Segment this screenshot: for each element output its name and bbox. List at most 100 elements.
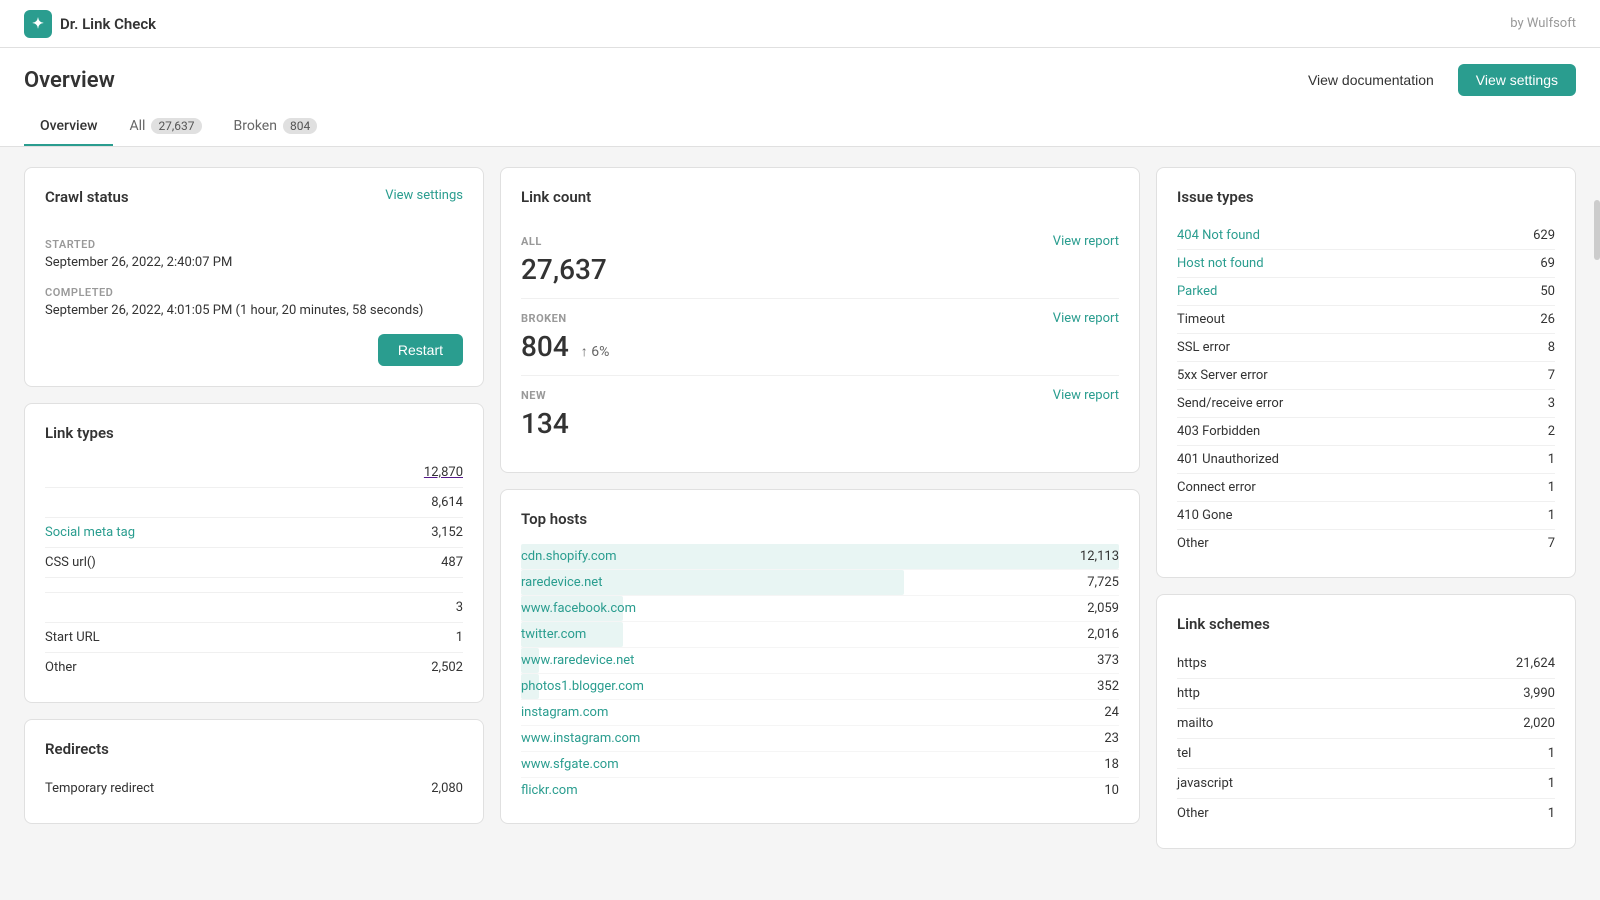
scrollbar[interactable] [1594,200,1600,260]
issue-label[interactable]: 404 Not found [1177,228,1260,243]
list-item: 403 Forbidden 2 [1177,418,1555,446]
link-count-title: Link count [521,188,1119,206]
by-label: by Wulfsoft [1510,16,1576,31]
host-value: 24 [1104,705,1119,720]
tab-broken[interactable]: Broken 804 [218,108,334,146]
lc-label: ALL [521,235,542,248]
scheme-label: tel [1177,746,1191,761]
scheme-label: http [1177,686,1200,701]
top-hosts-title: Top hosts [521,510,1119,528]
host-value: 18 [1104,757,1119,772]
host-value: 23 [1104,731,1119,746]
host-value: 373 [1097,653,1119,668]
issue-value: 629 [1533,228,1555,243]
top-hosts-card: Top hosts cdn.shopify.com 12,113 raredev… [500,489,1140,824]
page-header: Overview View documentation View setting… [0,48,1600,147]
tab-overview[interactable]: Overview [24,108,113,146]
list-item: 12,870 [45,458,463,488]
tabs: Overview All 27,637 Broken 804 [24,108,1576,146]
host-label[interactable]: raredevice.net [521,575,602,590]
issue-label: 410 Gone [1177,508,1233,523]
list-item: 5xx Server error7 [1177,362,1555,390]
lc-number: 804 [521,330,569,363]
lc-view-report[interactable]: View report [1053,311,1119,326]
list-item: javascript1 [1177,769,1555,799]
issue-value: 1 [1548,452,1555,467]
issue-value: 1 [1548,480,1555,495]
redirects-card: Redirects Temporary redirect2,080 [24,719,484,824]
host-label[interactable]: photos1.blogger.com [521,679,644,694]
topnav: ✦ Dr. Link Check by Wulfsoft [0,0,1600,48]
link-count-card: Link count ALL View report 27,637 BROKEN… [500,167,1140,473]
link-type-label: CSS url() [45,555,96,570]
crawl-status-header: Crawl status View settings [45,188,463,222]
link-type-label: Other [45,660,77,675]
link-type-value: 3 [456,600,463,615]
table-row: photos1.blogger.com 352 [521,674,1119,700]
link-count-section: ALL View report 27,637 [521,222,1119,299]
host-label[interactable]: www.facebook.com [521,601,636,616]
redirect-value: 2,080 [431,781,463,796]
issue-value: 2 [1548,424,1555,439]
table-row: flickr.com 10 [521,778,1119,803]
view-settings-link[interactable]: View settings [385,188,463,203]
issue-value: 1 [1548,508,1555,523]
lc-label: NEW [521,389,546,402]
list-item: Social meta tag 3,152 [45,518,463,548]
issue-label: 403 Forbidden [1177,424,1260,439]
restart-button[interactable]: Restart [378,334,463,366]
host-label[interactable]: cdn.shopify.com [521,549,617,564]
list-item: 3 [45,593,463,623]
scheme-value: 1 [1548,776,1555,791]
completed-label: COMPLETED [45,286,463,299]
issue-value: 8 [1548,340,1555,355]
host-label[interactable]: flickr.com [521,783,578,798]
list-item: Start URL1 [45,623,463,653]
link-types-list: 12,8708,614Social meta tag3,152CSS url()… [45,458,463,682]
top-hosts-list: cdn.shopify.com 12,113 raredevice.net 7,… [521,544,1119,803]
list-item: Temporary redirect2,080 [45,774,463,803]
right-column: Issue types 404 Not found629Host not fou… [1156,167,1576,849]
host-label[interactable]: www.instagram.com [521,731,640,746]
link-type-label[interactable]: Social meta tag [45,525,135,540]
view-settings-button[interactable]: View settings [1458,64,1576,96]
list-item: Timeout26 [1177,306,1555,334]
lc-view-report[interactable]: View report [1053,234,1119,249]
lc-trend: ↑ 6% [581,343,610,360]
issue-value: 69 [1540,256,1555,271]
link-type-value: 487 [441,555,463,570]
lc-view-report[interactable]: View report [1053,388,1119,403]
host-label[interactable]: www.raredevice.net [521,653,634,668]
page-title-row: Overview View documentation View setting… [24,64,1576,96]
link-type-value: 1 [456,630,463,645]
left-column: Crawl status View settings STARTED Septe… [24,167,484,849]
host-value: 7,725 [1087,575,1119,590]
issue-label[interactable]: Host not found [1177,256,1264,271]
link-type-value: 3,152 [431,525,463,540]
lc-label: BROKEN [521,312,567,325]
crawl-status-title: Crawl status [45,188,129,206]
issue-label[interactable]: Parked [1177,284,1217,299]
started-value: September 26, 2022, 2:40:07 PM [45,255,463,270]
host-label[interactable]: www.sfgate.com [521,757,619,772]
lc-number: 27,637 [521,253,607,286]
view-documentation-button[interactable]: View documentation [1296,66,1446,94]
app-title: Dr. Link Check [60,15,156,33]
table-row: cdn.shopify.com 12,113 [521,544,1119,570]
issue-label: Timeout [1177,312,1225,327]
host-label[interactable]: instagram.com [521,705,608,720]
redirects-title: Redirects [45,740,463,758]
page-header-actions: View documentation View settings [1296,64,1576,96]
issue-label: 5xx Server error [1177,368,1268,383]
table-row: www.facebook.com 2,059 [521,596,1119,622]
list-item: 404 Not found 629 [1177,222,1555,250]
list-item: </span><span class="data-row-value" data… [45,578,463,593]
tab-all[interactable]: All 27,637 [113,108,217,146]
issue-value: 7 [1548,536,1555,551]
table-row: www.sfgate.com 18 [521,752,1119,778]
host-value: 12,113 [1080,549,1119,564]
table-row: www.raredevice.net 373 [521,648,1119,674]
list-item: SSL error8 [1177,334,1555,362]
host-value: 10 [1104,783,1119,798]
host-label[interactable]: twitter.com [521,627,586,642]
